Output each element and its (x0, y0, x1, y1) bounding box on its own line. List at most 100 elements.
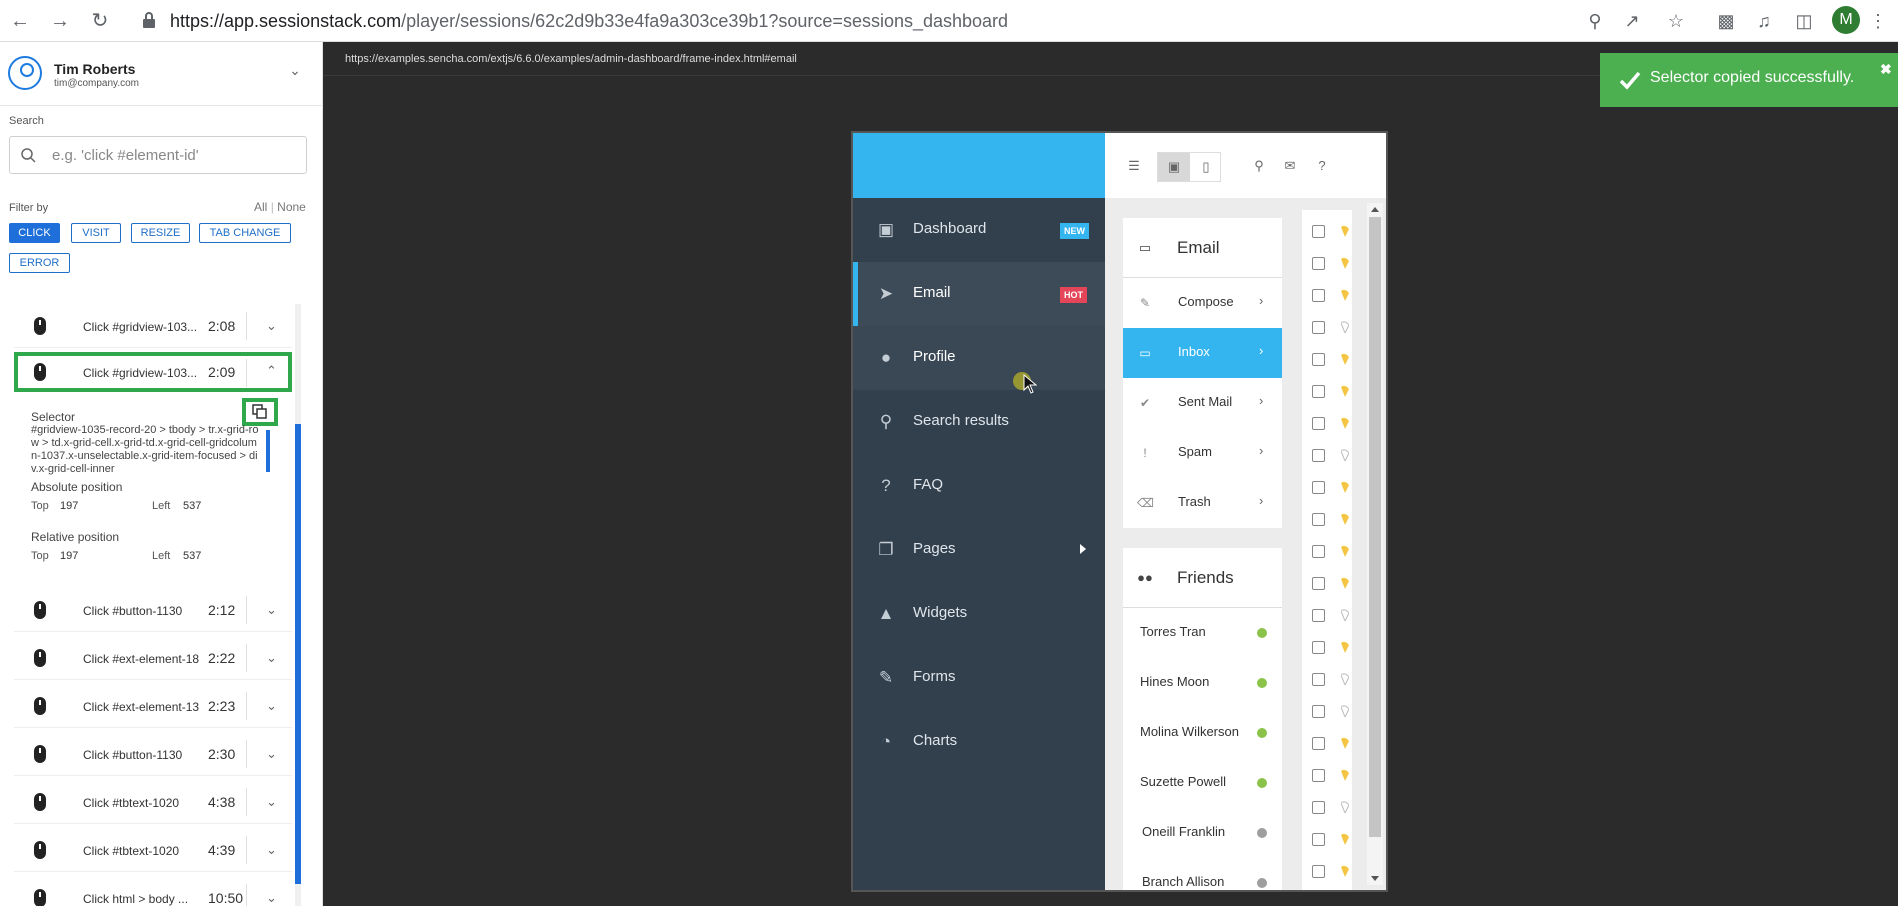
heart-icon[interactable] (1341, 385, 1349, 397)
mail-item-inbox[interactable]: ▭ Inbox › (1123, 328, 1282, 378)
row-checkbox[interactable] (1312, 481, 1325, 494)
event-item[interactable]: Click #tbtext-1020 4:39 ⌄ (14, 828, 292, 872)
filter-resize-chip[interactable]: RESIZE (131, 223, 190, 243)
menu-kebab-icon[interactable]: ⋮ (1866, 9, 1890, 33)
inbox-scrollbar[interactable] (1367, 203, 1383, 885)
filter-click-chip[interactable]: CLICK (9, 223, 60, 243)
heart-icon[interactable] (1341, 769, 1349, 781)
row-checkbox[interactable] (1312, 417, 1325, 430)
row-checkbox[interactable] (1312, 769, 1325, 782)
nav-item-email[interactable]: ➤ Email HOT (853, 262, 1105, 326)
row-checkbox[interactable] (1312, 353, 1325, 366)
heart-icon[interactable] (1341, 737, 1349, 749)
envelope-icon[interactable]: ✉ (1281, 157, 1299, 175)
heart-outline-icon[interactable] (1341, 609, 1349, 621)
nav-item-search-results[interactable]: ⚲ Search results (853, 390, 1105, 454)
forward-arrow-icon[interactable]: → (48, 9, 72, 33)
event-item[interactable]: Click #button-1130 2:30 ⌄ (14, 732, 292, 776)
share-icon[interactable]: ↗ (1620, 9, 1644, 33)
nav-item-pages[interactable]: ❐ Pages (853, 518, 1105, 582)
scroll-up-arrow-icon[interactable] (1371, 207, 1379, 212)
heart-icon[interactable] (1341, 225, 1349, 237)
filter-all-link[interactable]: All (254, 200, 267, 214)
friend-item[interactable]: Torres Tran (1123, 608, 1282, 658)
copy-selector-button[interactable] (242, 398, 278, 426)
event-item[interactable]: Click #gridview-103... 2:08 ⌄ (14, 304, 292, 348)
bookmark-star-icon[interactable]: ☆ (1664, 9, 1688, 33)
chevron-up-icon[interactable]: ⌃ (266, 363, 277, 379)
row-checkbox[interactable] (1312, 449, 1325, 462)
search-icon[interactable]: ⚲ (1250, 157, 1268, 175)
friend-item[interactable]: Branch Allison (1123, 858, 1282, 890)
chevron-down-icon[interactable]: ⌄ (266, 698, 277, 714)
row-checkbox[interactable] (1312, 737, 1325, 750)
media-icon[interactable]: ♫ (1752, 9, 1776, 33)
friend-item[interactable]: Suzette Powell (1123, 758, 1282, 808)
chevron-down-icon[interactable]: ⌄ (266, 318, 277, 334)
heart-outline-icon[interactable] (1341, 321, 1349, 333)
heart-icon[interactable] (1341, 289, 1349, 301)
event-item[interactable]: Click #ext-element-18 2:22 ⌄ (14, 636, 292, 680)
address-bar[interactable]: https://app.sessionstack.com/player/sess… (170, 9, 1008, 33)
mobile-icon[interactable]: ▯ (1197, 158, 1215, 176)
row-checkbox[interactable] (1312, 385, 1325, 398)
side-panel-icon[interactable]: ◫ (1792, 9, 1816, 33)
nav-item-widgets[interactable]: ▲ Widgets (853, 582, 1105, 646)
view-toggle[interactable]: ▣ ▯ (1157, 152, 1221, 182)
mail-item-spam[interactable]: ! Spam › (1123, 428, 1282, 478)
heart-icon[interactable] (1341, 577, 1349, 589)
mail-item-compose[interactable]: ✎ Compose › (1123, 278, 1282, 328)
row-checkbox[interactable] (1312, 513, 1325, 526)
row-checkbox[interactable] (1312, 225, 1325, 238)
extensions-icon[interactable]: ▩ (1714, 9, 1738, 33)
row-checkbox[interactable] (1312, 257, 1325, 270)
friend-item[interactable]: Oneill Franklin (1123, 808, 1282, 858)
row-checkbox[interactable] (1312, 833, 1325, 846)
search-input[interactable] (52, 145, 292, 165)
event-item[interactable]: Click #tbtext-1020 4:38 ⌄ (14, 780, 292, 824)
filter-tab-change-chip[interactable]: TAB CHANGE (199, 223, 291, 243)
user-header[interactable]: Tim Roberts tim@company.com ⌄ (0, 42, 323, 106)
row-checkbox[interactable] (1312, 801, 1325, 814)
help-icon[interactable]: ? (1313, 157, 1331, 175)
heart-outline-icon[interactable] (1341, 449, 1349, 461)
heart-icon[interactable] (1341, 545, 1349, 557)
nav-item-forms[interactable]: ✎ Forms (853, 646, 1105, 710)
close-icon[interactable]: ✖ (1880, 61, 1892, 78)
row-checkbox[interactable] (1312, 673, 1325, 686)
heart-outline-icon[interactable] (1341, 705, 1349, 717)
row-checkbox[interactable] (1312, 641, 1325, 654)
row-checkbox[interactable] (1312, 545, 1325, 558)
chevron-down-icon[interactable]: ⌄ (285, 62, 305, 82)
event-item[interactable]: Click html > body ... 10:50 ⌄ (14, 876, 292, 906)
reload-icon[interactable]: ↻ (88, 9, 112, 33)
row-checkbox[interactable] (1312, 865, 1325, 878)
event-item[interactable]: Click #button-1130 2:12 ⌄ (14, 588, 292, 632)
row-checkbox[interactable] (1312, 577, 1325, 590)
heart-icon[interactable] (1341, 865, 1349, 877)
friend-item[interactable]: Molina Wilkerson (1123, 708, 1282, 758)
heart-icon[interactable] (1341, 481, 1349, 493)
chevron-down-icon[interactable]: ⌄ (266, 890, 277, 906)
back-arrow-icon[interactable]: ← (8, 9, 32, 33)
heart-icon[interactable] (1341, 417, 1349, 429)
scroll-down-arrow-icon[interactable] (1371, 876, 1379, 881)
row-checkbox[interactable] (1312, 705, 1325, 718)
row-checkbox[interactable] (1312, 609, 1325, 622)
heart-icon[interactable] (1341, 641, 1349, 653)
heart-icon[interactable] (1341, 353, 1349, 365)
filter-error-chip[interactable]: ERROR (9, 253, 70, 273)
nav-item-charts[interactable]: ◔ Charts (853, 710, 1105, 774)
nav-item-profile[interactable]: ● Profile (853, 326, 1105, 390)
zoom-icon[interactable]: ⚲ (1583, 9, 1607, 33)
chevron-down-icon[interactable]: ⌄ (266, 746, 277, 762)
mail-item-sent[interactable]: ✔ Sent Mail › (1123, 378, 1282, 428)
heart-icon[interactable] (1341, 513, 1349, 525)
friend-item[interactable]: Hines Moon (1123, 658, 1282, 708)
profile-avatar[interactable]: M (1832, 6, 1860, 34)
inbox-scroll-thumb[interactable] (1369, 217, 1381, 837)
event-list-scroll-thumb[interactable] (295, 424, 301, 884)
chevron-down-icon[interactable]: ⌄ (266, 842, 277, 858)
heart-icon[interactable] (1341, 833, 1349, 845)
heart-outline-icon[interactable] (1341, 673, 1349, 685)
